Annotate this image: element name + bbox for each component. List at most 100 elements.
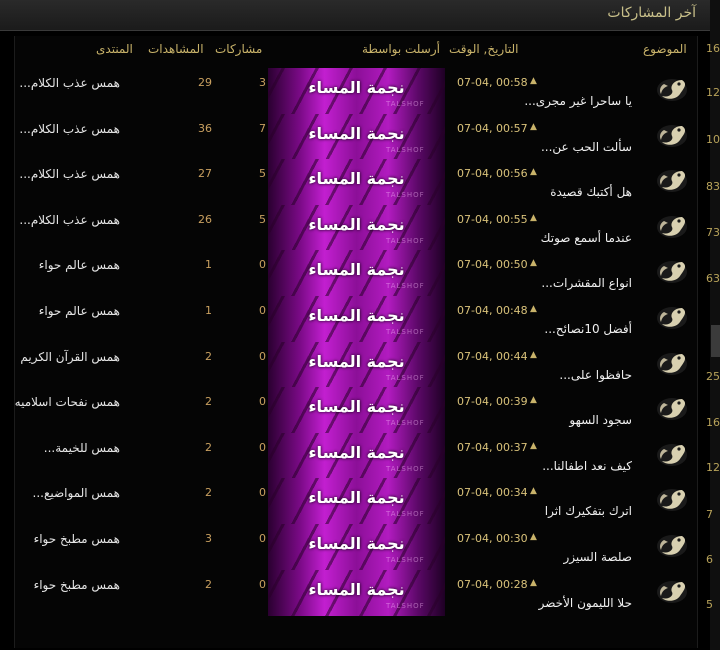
poster-name: نجمة المساء: [308, 579, 405, 599]
replies-count: 0: [259, 486, 266, 500]
table-row: هل أكتبك قصيدة ▲ 07-04, 00:56 نجمة المساء TA…: [0, 159, 700, 206]
column-replies: مشاركات: [215, 42, 263, 56]
table-row: انواع المقشرات... ▲ 07-04, 00:50 نجمة المسا…: [0, 250, 700, 297]
topic-link[interactable]: سجود السهو: [569, 413, 632, 427]
poster-banner[interactable]: نجمة المساء TALSHOF: [268, 432, 445, 479]
side-number: 6: [706, 553, 713, 566]
poster-banner[interactable]: نجمة المساء TALSHOF: [268, 341, 445, 388]
column-topic: الموضوع: [643, 42, 687, 56]
topic-link[interactable]: عندما أسمع صوتك: [541, 231, 632, 245]
scrollbar-thumb[interactable]: [711, 325, 720, 357]
go-to-post-icon[interactable]: ▲: [530, 122, 537, 132]
poster-banner[interactable]: نجمة المساء TALSHOF: [268, 387, 445, 434]
column-date: التاريخ, الوقت: [449, 42, 519, 56]
topic-icon: [652, 120, 690, 150]
post-date: 07-04, 00:50: [457, 258, 528, 272]
go-to-post-icon[interactable]: ▲: [530, 167, 537, 177]
poster-name: نجمة المساء: [308, 306, 405, 325]
side-number: 16: [706, 416, 720, 429]
side-number: 739: [706, 226, 720, 239]
topic-link[interactable]: يا ساحرا غير مجرى...: [524, 94, 632, 108]
poster-banner[interactable]: نجمة المساء TALSHOF: [268, 159, 445, 206]
banner-watermark: TALSHOF: [386, 191, 425, 200]
topic-icon: [652, 393, 690, 423]
views-count: 29: [198, 76, 212, 89]
table-row: سجود السهو ▲ 07-04, 00:39 نجمة المساء TALSHO…: [0, 387, 700, 434]
post-date: 07-04, 00:37: [457, 440, 528, 454]
banner-watermark: TALSHOF: [386, 236, 425, 245]
forum-link[interactable]: همس نفحات اسلاميه: [15, 395, 120, 409]
go-to-post-icon[interactable]: ▲: [530, 532, 537, 542]
forum-link[interactable]: همس عذب الكلام...: [19, 213, 120, 227]
poster-banner[interactable]: نجمة المساء TALSHOF: [268, 68, 445, 114]
topic-link[interactable]: أفضل 10نصائح...: [544, 322, 632, 336]
column-forum: المنتدى: [96, 42, 133, 56]
topic-icon: [652, 576, 690, 606]
go-to-post-icon[interactable]: ▲: [530, 441, 537, 451]
poster-name: نجمة المساء: [308, 442, 405, 462]
replies-count: 5: [259, 212, 266, 226]
views-count: 3: [205, 532, 212, 545]
topic-link[interactable]: اترك بتفكيرك اثرا: [545, 504, 632, 518]
forum-link[interactable]: همس مطبخ حواء: [34, 532, 120, 546]
forum-link[interactable]: همس عذب الكلام...: [19, 167, 120, 181]
forum-link[interactable]: همس القرآن الكريم: [20, 350, 120, 364]
forum-link[interactable]: همس عالم حواء: [39, 304, 120, 318]
go-to-post-icon[interactable]: ▲: [530, 486, 537, 496]
post-date: 07-04, 00:28: [457, 577, 528, 591]
forum-link[interactable]: همس عالم حواء: [39, 258, 120, 272]
banner-watermark: TALSHOF: [386, 419, 425, 428]
post-date: 07-04, 00:56: [457, 167, 528, 181]
topic-link[interactable]: كيف نعد اطفالنا...: [542, 459, 632, 473]
post-date: 07-04, 00:30: [457, 532, 528, 545]
go-to-post-icon[interactable]: ▲: [530, 395, 537, 405]
side-number: 160: [706, 42, 720, 55]
banner-watermark: TALSHOF: [386, 373, 425, 382]
topic-link[interactable]: حلا الليمون الأخضر: [539, 596, 632, 610]
banner-watermark: TALSHOF: [386, 464, 425, 473]
section-header: آخر المشاركات: [0, 0, 710, 31]
table-row: يا ساحرا غير مجرى... ▲ 07-04, 00:58 نجمة ال…: [0, 68, 700, 114]
views-count: 1: [205, 304, 212, 317]
go-to-post-icon[interactable]: ▲: [530, 76, 537, 86]
forum-link[interactable]: همس مطبخ حواء: [34, 578, 120, 592]
poster-banner[interactable]: نجمة المساء TALSHOF: [268, 113, 445, 160]
go-to-post-icon[interactable]: ▲: [530, 350, 537, 360]
replies-count: 5: [259, 167, 266, 181]
go-to-post-icon[interactable]: ▲: [530, 304, 537, 314]
topic-icon: [652, 74, 690, 104]
go-to-post-icon[interactable]: ▲: [530, 213, 537, 223]
side-number: 12: [706, 461, 720, 474]
banner-watermark: TALSHOF: [386, 100, 425, 108]
topic-link[interactable]: هل أكتبك قصيدة: [550, 185, 632, 199]
poster-banner[interactable]: نجمة المساء TALSHOF: [268, 296, 445, 342]
forum-link[interactable]: همس للخيمة...: [44, 441, 120, 455]
forum-link[interactable]: همس المواضيع...: [33, 486, 120, 500]
poster-banner[interactable]: نجمة المساء TALSHOF: [268, 204, 445, 251]
views-count: 2: [205, 395, 212, 409]
views-count: 1: [205, 258, 212, 272]
topic-link[interactable]: انواع المقشرات...: [541, 276, 632, 290]
go-to-post-icon[interactable]: ▲: [530, 578, 537, 588]
poster-banner[interactable]: نجمة المساء TALSHOF: [268, 250, 445, 297]
side-number: 5: [706, 598, 713, 611]
topic-icon: [652, 256, 690, 286]
section-title: آخر المشاركات: [607, 5, 696, 21]
post-date: 07-04, 00:58: [457, 76, 528, 89]
topic-link[interactable]: سألت الحب عن...: [541, 140, 632, 154]
poster-banner[interactable]: نجمة المساء TALSHOF: [268, 478, 445, 525]
go-to-post-icon[interactable]: ▲: [530, 258, 537, 268]
banner-watermark: TALSHOF: [386, 145, 425, 154]
poster-banner[interactable]: نجمة المساء TALSHOF: [268, 569, 445, 616]
column-poster: أرسلت بواسطة: [362, 42, 440, 56]
forum-link[interactable]: همس عذب الكلام...: [19, 76, 120, 90]
forum-link[interactable]: همس عذب الكلام...: [19, 122, 120, 136]
replies-count: 0: [259, 395, 266, 409]
side-number: 63: [706, 272, 720, 285]
topic-link[interactable]: حافظوا على...: [559, 368, 632, 382]
replies-count: 7: [259, 121, 266, 135]
table-row: صلصة السيزر ▲ 07-04, 00:30 نجمة المساء TALSH…: [0, 524, 700, 570]
views-count: 36: [198, 121, 212, 135]
poster-banner[interactable]: نجمة المساء TALSHOF: [268, 524, 445, 570]
topic-link[interactable]: صلصة السيزر: [563, 550, 632, 564]
